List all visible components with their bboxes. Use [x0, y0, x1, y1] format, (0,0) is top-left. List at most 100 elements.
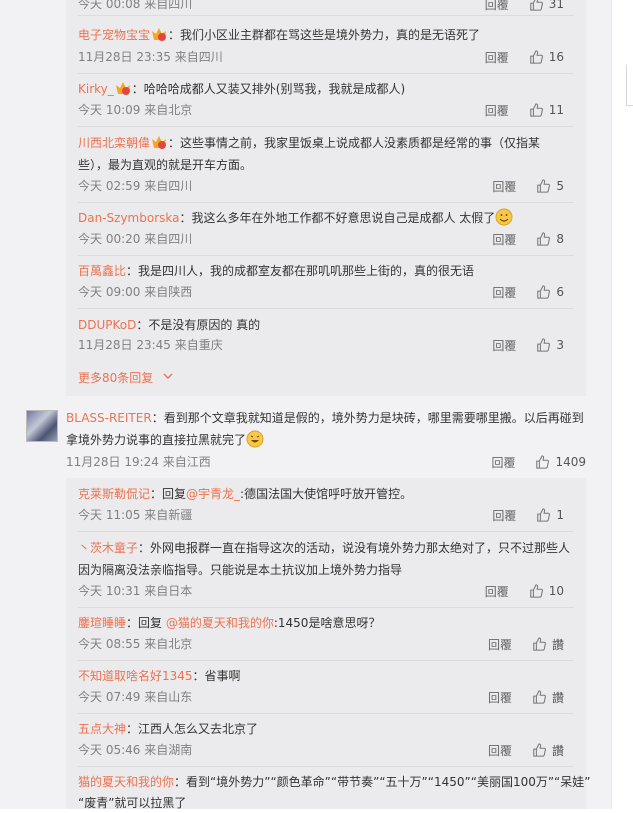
reply-username[interactable]: Kirky_	[78, 82, 114, 96]
reply-username[interactable]: 丶茨木童子	[78, 541, 138, 555]
like-button[interactable]: 讚	[532, 742, 564, 759]
divider	[78, 531, 574, 532]
mention-link[interactable]: @宇青龙_	[186, 487, 240, 501]
avatar[interactable]	[26, 410, 58, 442]
thumbs-up-icon	[529, 50, 543, 64]
reply-meta: 11月28日 23:35 来自四川	[78, 50, 223, 64]
reply-username[interactable]: 川西北栾朝偉	[78, 136, 150, 150]
divider	[78, 202, 574, 203]
reply-username[interactable]: 猫的夏天和我的你	[78, 775, 174, 789]
reply-button[interactable]: 回覆	[485, 102, 509, 119]
more-replies-label: 更多80条回复	[78, 371, 154, 385]
chevron-down-icon	[163, 373, 173, 379]
reply-button[interactable]: 回覆	[492, 337, 516, 354]
list-item: Kirky_ ：哈哈哈成都人又装又排外(别骂我，我就是成都人) 今天 10:09 …	[78, 77, 574, 127]
reply-meta: 今天 05:46 来自湖南	[78, 743, 193, 757]
thumbs-up-icon	[537, 338, 551, 352]
divider	[78, 660, 574, 661]
reply-text: ：省事啊	[192, 669, 241, 683]
divider	[78, 15, 574, 16]
thumbs-up-icon	[529, 103, 543, 117]
like-button[interactable]: 5	[536, 179, 564, 193]
like-button[interactable]: 1	[536, 508, 564, 522]
reply-text: ：不是没有原因的 真的	[136, 318, 261, 332]
reply-button[interactable]: 回覆	[492, 178, 516, 195]
like-button[interactable]: 6	[536, 285, 564, 299]
sweat-smile-emoji-icon	[495, 208, 513, 226]
reply-button[interactable]: 回覆	[492, 507, 516, 524]
reply-username[interactable]: 五点大神	[78, 722, 126, 736]
reply-username[interactable]: DDUPKoD	[78, 318, 136, 332]
right-edge-panel	[611, 0, 633, 809]
list-item: 电子宠物宝宝 ：我们小区业主群都在骂这些是境外势力，真的是无语死了 11月28日 …	[78, 24, 574, 74]
divider	[78, 308, 574, 309]
mention-link[interactable]: @猫的夏天和我的你	[166, 616, 274, 630]
reply-button[interactable]: 回覆	[488, 636, 512, 653]
like-button[interactable]: 16	[529, 50, 564, 64]
like-button[interactable]: 讚	[532, 636, 564, 653]
list-item: 猫的夏天和我的你：看到“境外势力”“颜色革命”“带节奏”“五十万”“1450”“…	[78, 770, 591, 810]
divider	[78, 126, 574, 127]
reply-button[interactable]: 回覆	[488, 689, 512, 706]
like-count: 16	[548, 50, 564, 64]
list-item: 鏖瑄睡睡：回复 @猫的夏天和我的你:1450是啥意思呀？ 今天 08:55 来自…	[78, 611, 574, 661]
reply-username[interactable]: 鏖瑄睡睡	[78, 616, 126, 630]
divider	[78, 713, 574, 714]
reply-button[interactable]: 回覆	[488, 742, 512, 759]
like-button[interactable]: 1409	[535, 455, 586, 469]
reply-text-continued: 因为隔离没法亲临指导。只能说是本土抗议加上境外势力指导	[78, 563, 403, 577]
reply-button[interactable]: 回覆	[485, 0, 509, 13]
like-button[interactable]: 3	[536, 338, 564, 352]
thumbs-up-icon	[537, 179, 551, 193]
like-count: 31	[548, 0, 564, 11]
like-button[interactable]: 11	[529, 103, 564, 117]
like-count: 8	[556, 232, 564, 246]
reply-meta: 今天 09:00 来自陕西	[78, 285, 193, 299]
divider	[78, 255, 574, 256]
list-item: 川西北栾朝偉 ：这些事情之前，我家里饭桌上说成都人没素质都是经常的事（仅指某 些）…	[78, 130, 574, 203]
like-count: 1409	[555, 455, 586, 469]
reply-username[interactable]: 克莱斯勒侃记	[78, 487, 150, 501]
reply-text: ：外网电报群一直在指导这次的活动，说没有境外势力那太绝对了，只不过那些人	[138, 541, 571, 555]
reply-meta: 今天 07:49 来自山东	[78, 690, 193, 704]
divider	[78, 73, 574, 74]
vip-badge-icon	[152, 28, 167, 41]
comment-text-continued: 拿境外势力说事的直接拉黑就完了	[66, 433, 247, 447]
like-button[interactable]: 8	[536, 232, 564, 246]
comment-text: ：看到那个文章我就知道是假的，境外势力是块砖，哪里需要哪里搬。以后再碰到	[151, 411, 584, 425]
reply-button[interactable]: 回覆	[492, 231, 516, 248]
like-button[interactable]: 讚	[532, 689, 564, 706]
reply-button[interactable]: 回覆	[485, 49, 509, 66]
more-replies-link[interactable]: 更多80条回复	[78, 369, 173, 386]
reply-text: :德国法国大使馆呼吁放开管控。	[240, 487, 413, 501]
thumbs-up-icon	[537, 285, 551, 299]
reply-button[interactable]: 回覆	[492, 284, 516, 301]
list-item: 五点大神：江西人怎么又去北京了 今天 05:46 来自湖南 回覆 讚	[78, 717, 574, 767]
like-label: 讚	[551, 743, 564, 758]
reply-prefix: ：回复	[126, 616, 166, 630]
like-button[interactable]: 10	[529, 584, 564, 598]
reply-button[interactable]: 回覆	[491, 454, 515, 471]
reply-username[interactable]: 电子宠物宝宝	[78, 28, 150, 42]
list-item: 今天 00:08 来自四川 回覆 31	[78, 0, 574, 20]
reply-text-continued: “废青”就可以拉黑了	[78, 796, 187, 810]
reply-text: ：我们小区业主群都在骂这些是境外势力，真的是无语死了	[168, 28, 481, 42]
reply-username[interactable]: 不知道取啥名好1345	[78, 669, 193, 683]
reply-meta: 今天 11:05 来自新疆	[78, 508, 193, 522]
reply-username[interactable]: Dan-Szymborska	[78, 211, 179, 225]
reply-button[interactable]: 回覆	[485, 583, 509, 600]
vip-badge-icon	[115, 82, 130, 95]
reply-username[interactable]: 百萬鑫比	[78, 264, 126, 278]
thumbs-up-icon	[533, 743, 546, 757]
reply-prefix: ：回复	[150, 487, 187, 501]
like-count: 1	[556, 508, 564, 522]
reply-text: ：我是四川人，我的成都室友都在那叽叽那些上街的，真的很无语	[126, 264, 475, 278]
reply-meta: 今天 00:08 来自四川	[78, 0, 193, 11]
like-count: 3	[556, 338, 564, 352]
thumbs-up-icon	[529, 584, 543, 598]
comment-username[interactable]: BLASS-REITER	[66, 411, 152, 425]
reply-meta: 11月28日 23:45 来自重庆	[78, 338, 223, 352]
like-button[interactable]: 31	[529, 0, 564, 11]
reply-text: :1450是啥意思呀？	[273, 616, 381, 630]
grin-emoji-icon	[246, 430, 264, 448]
